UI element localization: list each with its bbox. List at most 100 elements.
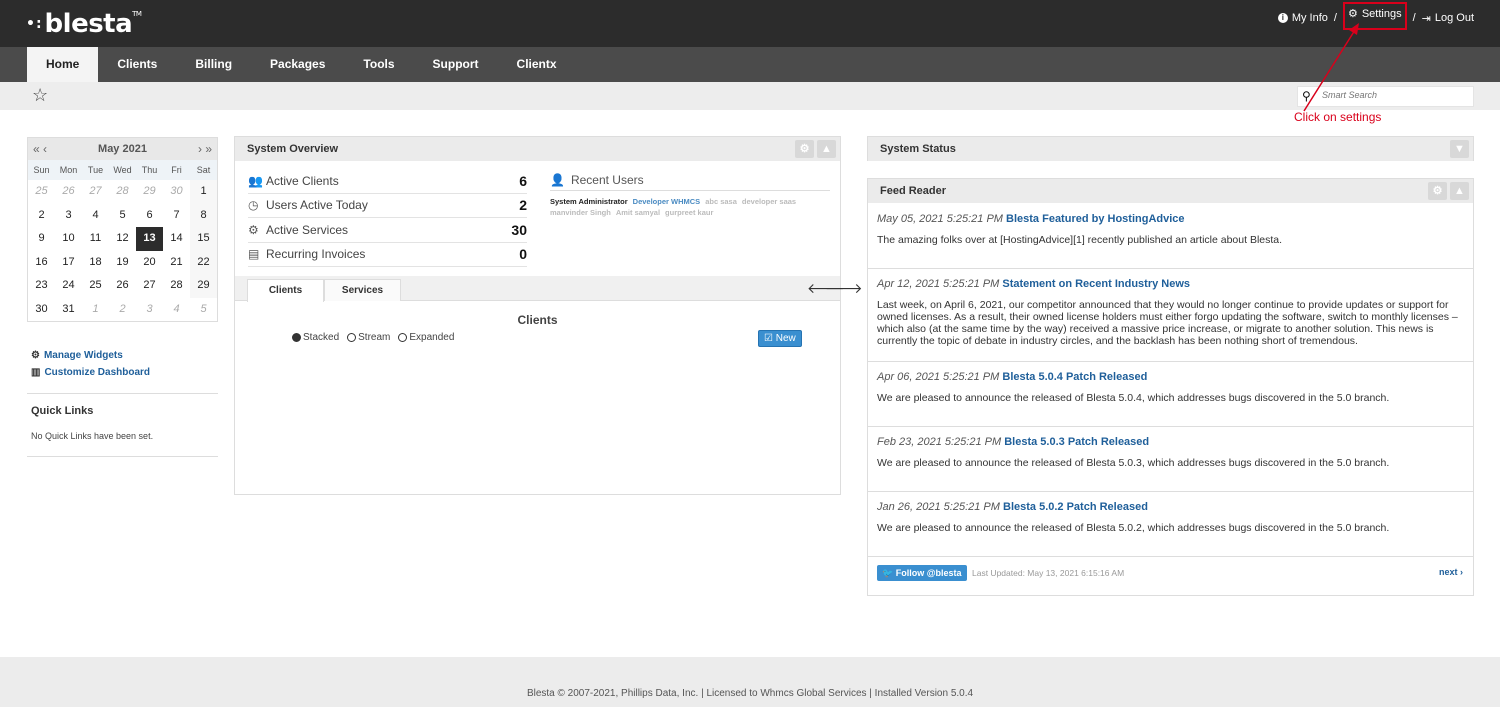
- calendar-day[interactable]: 26: [109, 274, 136, 298]
- recent-user-link[interactable]: gurpreet kaur: [665, 208, 713, 217]
- view-expanded-radio[interactable]: Expanded: [398, 332, 454, 343]
- calendar-day[interactable]: 12: [109, 227, 136, 251]
- stat-active-clients[interactable]: 👥 Active Clients 6: [248, 169, 527, 194]
- calendar-day[interactable]: 31: [55, 298, 82, 322]
- calendar-day[interactable]: 28: [109, 180, 136, 204]
- view-stream-radio[interactable]: Stream: [347, 332, 390, 343]
- blesta-logo[interactable]: •:blestaTM: [26, 9, 142, 39]
- calendar-day[interactable]: 25: [28, 180, 55, 204]
- recent-user-link[interactable]: System Administrator: [550, 197, 628, 206]
- calendar-day[interactable]: 29: [190, 274, 217, 298]
- calendar-day[interactable]: 10: [55, 227, 82, 251]
- calendar-day[interactable]: 17: [55, 251, 82, 275]
- recent-user-link[interactable]: manvinder Singh: [550, 208, 611, 217]
- recent-user-link[interactable]: developer saas: [742, 197, 796, 206]
- calendar-day[interactable]: 22: [190, 250, 217, 274]
- recent-user-link[interactable]: Amit samyal: [616, 208, 660, 217]
- calendar-day[interactable]: 20: [136, 251, 163, 275]
- calendar-day[interactable]: 24: [55, 274, 82, 298]
- calendar-day[interactable]: 1: [82, 298, 109, 322]
- calendar-day[interactable]: 15: [190, 227, 217, 251]
- calendar-day[interactable]: 4: [163, 298, 190, 322]
- calendar-next-button[interactable]: › »: [198, 142, 212, 156]
- new-button[interactable]: ☑ New: [758, 330, 802, 347]
- nav-tab-tools[interactable]: Tools: [344, 47, 413, 82]
- feed-title-link[interactable]: Blesta 5.0.2 Patch Released: [1003, 501, 1148, 513]
- calendar-day[interactable]: 27: [82, 180, 109, 204]
- logout-link[interactable]: ⇥ Log Out: [1422, 12, 1474, 25]
- calendar-day[interactable]: 1: [190, 180, 217, 204]
- view-stacked-radio[interactable]: Stacked: [292, 332, 339, 343]
- nav-tab-clientx[interactable]: Clientx: [498, 47, 576, 82]
- manage-widgets-label: Manage Widgets: [43, 350, 123, 361]
- stat-active-services[interactable]: ⚙ Active Services 30: [248, 218, 527, 243]
- clients-chart-title: Clients: [517, 313, 558, 327]
- calendar-day[interactable]: 3: [55, 204, 82, 228]
- recent-user-link[interactable]: Developer WHMCS: [633, 197, 701, 206]
- calendar-day[interactable]: 14: [163, 227, 190, 251]
- panel-settings-button[interactable]: ⚙: [1428, 182, 1447, 200]
- calendar-day[interactable]: 30: [163, 180, 190, 204]
- nav-tab-clients[interactable]: Clients: [98, 47, 176, 82]
- calendar-day[interactable]: 4: [82, 204, 109, 228]
- nav-tab-home[interactable]: Home: [27, 47, 99, 82]
- settings-link[interactable]: ⚙ Settings: [1348, 7, 1402, 21]
- calendar-day[interactable]: 21: [163, 251, 190, 275]
- calendar-day[interactable]: 27: [136, 274, 163, 298]
- customize-dashboard-link[interactable]: ▥ Customize Dashboard: [31, 367, 150, 378]
- calendar-day[interactable]: 30: [28, 298, 55, 322]
- star-icon[interactable]: ☆: [32, 86, 48, 104]
- calendar-day[interactable]: 26: [55, 180, 82, 204]
- quick-links-title: Quick Links: [31, 405, 94, 417]
- feed-title-link[interactable]: Blesta Featured by HostingAdvice: [1006, 213, 1185, 225]
- calendar-day[interactable]: 5: [190, 298, 217, 322]
- calendar-day[interactable]: 3: [136, 298, 163, 322]
- calendar-day[interactable]: 2: [109, 298, 136, 322]
- arrow-right-icon[interactable]: 🡒: [825, 280, 863, 297]
- calendar-day[interactable]: 2: [28, 204, 55, 228]
- calendar-day[interactable]: 13: [136, 227, 163, 251]
- next-link[interactable]: next ›: [1439, 567, 1463, 577]
- calendar-day[interactable]: 11: [82, 227, 109, 251]
- follow-twitter-button[interactable]: 🐦 Follow @blesta: [877, 565, 967, 581]
- calendar-day[interactable]: 16: [28, 251, 55, 275]
- nav-tab-support[interactable]: Support: [414, 47, 498, 82]
- calendar-day[interactable]: 7: [163, 204, 190, 228]
- calendar-prev-button[interactable]: « ‹: [33, 142, 47, 156]
- feed-title-link[interactable]: Statement on Recent Industry News: [1002, 278, 1190, 290]
- stat-recurring-invoices[interactable]: ▤ Recurring Invoices 0: [248, 243, 527, 267]
- feed-item: Jan 26, 2021 5:25:21 PM Blesta 5.0.2 Pat…: [868, 492, 1473, 557]
- calendar-day[interactable]: 18: [82, 251, 109, 275]
- calendar-day[interactable]: 19: [109, 251, 136, 275]
- search-icon[interactable]: ⚲: [1302, 89, 1311, 103]
- panel-collapse-button[interactable]: ▲: [817, 140, 836, 158]
- feed-title-link[interactable]: Blesta 5.0.4 Patch Released: [1002, 371, 1147, 383]
- panel-settings-button[interactable]: ⚙: [795, 140, 814, 158]
- calendar-day[interactable]: 9: [28, 227, 55, 251]
- stat-users-active-today[interactable]: ◷ Users Active Today 2: [248, 194, 527, 218]
- nav-tab-billing[interactable]: Billing: [176, 47, 251, 82]
- manage-widgets-link[interactable]: ⚙ Manage Widgets: [31, 350, 150, 361]
- calendar-day[interactable]: 23: [28, 274, 55, 298]
- stat-label: Active Clients: [266, 173, 339, 188]
- calendar-weekday: Fri: [163, 160, 190, 180]
- my-info-link[interactable]: i My Info: [1277, 12, 1328, 24]
- chart-view-options: Stacked Stream Expanded: [292, 332, 454, 343]
- panel-collapse-button[interactable]: ▲: [1450, 182, 1469, 200]
- panel-expand-button[interactable]: ▼: [1450, 140, 1469, 158]
- calendar-day[interactable]: 8: [190, 203, 217, 227]
- recent-user-link[interactable]: abc sasa: [705, 197, 737, 206]
- calendar-day[interactable]: 6: [136, 204, 163, 228]
- calendar-day[interactable]: 29: [136, 180, 163, 204]
- calendar-weekday: Sun: [28, 160, 55, 180]
- feed-title-link[interactable]: Blesta 5.0.3 Patch Released: [1004, 436, 1149, 448]
- calendar-day[interactable]: 5: [109, 204, 136, 228]
- feed-date: Apr 06, 2021 5:25:21 PM: [877, 371, 1000, 383]
- nav-tab-packages[interactable]: Packages: [251, 47, 344, 82]
- calendar-day[interactable]: 28: [163, 274, 190, 298]
- tab-services[interactable]: Services: [324, 279, 401, 301]
- search-input[interactable]: [1322, 90, 1470, 100]
- tab-clients[interactable]: Clients: [247, 279, 324, 302]
- calendar-day[interactable]: 25: [82, 274, 109, 298]
- sub-bar: ☆ ⚲: [0, 82, 1500, 110]
